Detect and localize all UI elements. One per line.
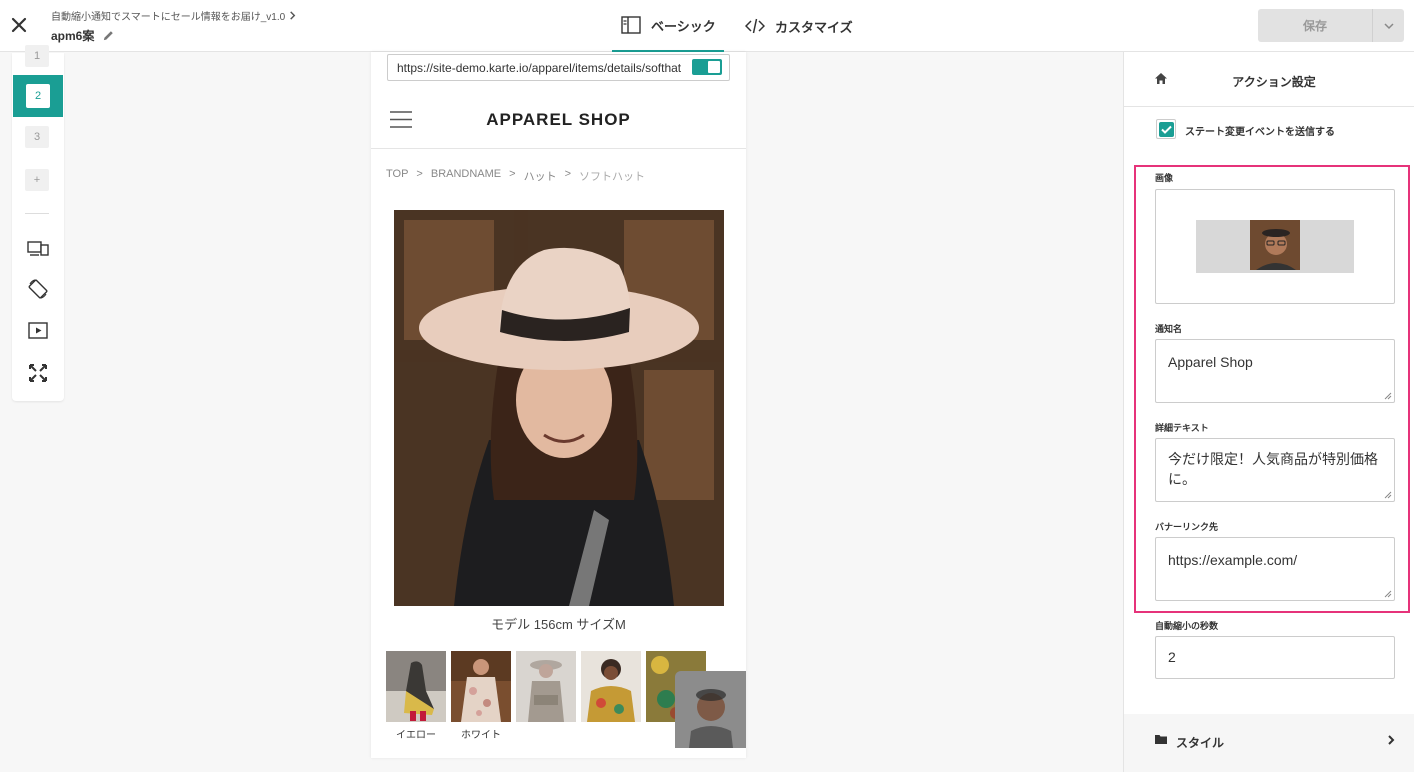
layout-icon: [621, 16, 641, 34]
chevron-right-icon: [290, 11, 296, 20]
checkmark-icon: [1159, 122, 1174, 137]
rotate-icon[interactable]: [27, 278, 49, 300]
send-state-event-checkbox[interactable]: [1156, 119, 1176, 139]
shop-logo-text[interactable]: APPAREL SHOP: [371, 110, 746, 130]
campaign-name: 自動縮小通知でスマートにセール情報をお届け_v1.0: [51, 12, 286, 23]
breadcrumb-brand[interactable]: BRANDNAME: [431, 168, 501, 184]
banner-link-label: バナーリンク先: [1155, 522, 1219, 532]
auto-shrink-seconds-value: 2: [1168, 649, 1176, 665]
thumbnail-3[interactable]: [516, 651, 576, 722]
close-icon[interactable]: [8, 14, 30, 36]
breadcrumb-separator: >: [509, 168, 516, 180]
campaign-breadcrumb[interactable]: 自動縮小通知でスマートにセール情報をお届け_v1.0: [51, 8, 297, 23]
style-section-toggle[interactable]: スタイル: [1124, 714, 1414, 772]
step-3-button[interactable]: 3: [25, 126, 49, 148]
chevron-down-icon: [1383, 22, 1394, 29]
tab-basic-label: ベーシック: [651, 18, 716, 34]
site-header: APPAREL SHOP: [371, 91, 746, 149]
expand-icon[interactable]: [27, 362, 49, 384]
model-caption: モデル 156cm サイズM: [491, 617, 626, 632]
auto-shrink-seconds-input[interactable]: 2: [1155, 636, 1395, 679]
panel-title: アクション設定: [1232, 75, 1316, 89]
notification-mini-banner[interactable]: [675, 671, 746, 748]
banner-link-value: https://example.com/: [1168, 552, 1298, 568]
panel-header: アクション設定: [1124, 52, 1414, 107]
tab-customize[interactable]: カスタマイズ: [745, 0, 853, 52]
folder-icon: [1155, 735, 1167, 744]
resize-handle-icon[interactable]: [1384, 590, 1392, 598]
send-state-event-label: ステート変更イベントを送信する: [1185, 127, 1335, 138]
image-thumbnail: [1250, 220, 1300, 270]
preview-url-field[interactable]: https://site-demo.karte.io/apparel/items…: [387, 54, 730, 81]
save-button-group: 保存: [1258, 9, 1404, 42]
auto-shrink-seconds-label: 自動縮小の秒数: [1155, 621, 1219, 631]
breadcrumb-top[interactable]: TOP: [386, 168, 408, 184]
tool-rail: 1 2 3 +: [12, 45, 64, 401]
notification-name-label: 通知名: [1155, 324, 1183, 334]
preview-toggle[interactable]: [692, 59, 722, 75]
action-settings-panel: アクション設定 ステート変更イベントを送信する 画像 通知名 Apparel S…: [1123, 52, 1414, 772]
resize-handle-icon[interactable]: [1384, 491, 1392, 499]
detail-text-label: 詳細テキスト: [1155, 423, 1209, 433]
play-icon[interactable]: [27, 320, 49, 342]
thumbnail-4[interactable]: [581, 651, 641, 722]
variant-title: apm6案: [51, 27, 115, 44]
rail-divider: [25, 213, 49, 214]
step-2-button[interactable]: 2: [26, 84, 50, 108]
thumbnail-white-label: ホワイト: [461, 730, 501, 741]
responsive-icon[interactable]: [27, 237, 49, 259]
image-label: 画像: [1155, 173, 1174, 183]
code-icon: [745, 18, 765, 34]
site-preview: https://site-demo.karte.io/apparel/items…: [371, 52, 746, 758]
image-upload-field[interactable]: [1155, 189, 1395, 304]
thumbnail-yellow-label: イエロー: [396, 730, 436, 741]
tab-customize-label: カスタマイズ: [775, 19, 853, 35]
step-1-button[interactable]: 1: [25, 45, 49, 67]
save-dropdown-button[interactable]: [1372, 9, 1404, 42]
notification-name-value: Apparel Shop: [1168, 354, 1253, 370]
style-section-label: スタイル: [1176, 736, 1225, 750]
resize-handle-icon[interactable]: [1384, 392, 1392, 400]
top-bar: 自動縮小通知でスマートにセール情報をお届け_v1.0 apm6案 ベーシック カ…: [0, 0, 1414, 52]
image-preview-strip: [1196, 220, 1354, 273]
breadcrumb-hat[interactable]: ハット: [524, 168, 557, 184]
chevron-right-icon: [1388, 735, 1395, 745]
variant-name: apm6案: [51, 29, 95, 43]
breadcrumb-separator: >: [564, 168, 572, 180]
notification-name-input[interactable]: Apparel Shop: [1155, 339, 1395, 403]
product-main-image: .: [394, 210, 724, 606]
breadcrumb-separator: >: [416, 168, 423, 180]
thumbnail-yellow[interactable]: [386, 651, 446, 722]
preview-url: https://site-demo.karte.io/apparel/items…: [397, 61, 682, 75]
add-step-button[interactable]: +: [25, 169, 49, 191]
pencil-icon[interactable]: [102, 29, 115, 42]
thumbnail-white[interactable]: [451, 651, 511, 722]
banner-link-input[interactable]: https://example.com/: [1155, 537, 1395, 601]
breadcrumb: TOP > BRANDNAME > ハット > ソフトハット: [386, 168, 645, 184]
detail-text-input[interactable]: 今だけ限定！人気商品が特別価格に。: [1155, 438, 1395, 502]
breadcrumb-current: ソフトハット: [579, 171, 646, 183]
tab-basic[interactable]: ベーシック: [612, 0, 724, 52]
save-button[interactable]: 保存: [1258, 9, 1372, 42]
detail-text-value: 今だけ限定！人気商品が特別価格に。: [1168, 451, 1378, 487]
step-2-background[interactable]: 2: [13, 75, 63, 117]
